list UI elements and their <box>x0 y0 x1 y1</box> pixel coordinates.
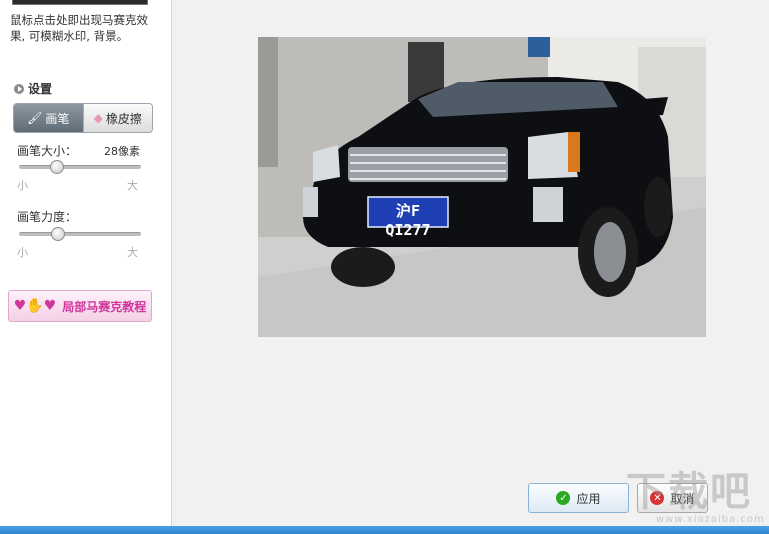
status-bar <box>0 526 769 534</box>
mosaic-panel: 鼠标点击处即出现马赛克效果, 可模糊水印, 背景。 设置 🖌 画笔 ◆ 橡皮擦 … <box>0 0 172 526</box>
settings-title: 设置 <box>28 82 53 96</box>
brush-strength-max: 大 <box>127 246 138 259</box>
apply-button[interactable]: ✓ 应用 <box>528 483 629 513</box>
check-icon: ✓ <box>556 491 571 505</box>
brush-size-slider[interactable] <box>19 160 141 174</box>
mosaic-hint-text: 鼠标点击处即出现马赛克效果, 可模糊水印, 背景。 <box>10 13 148 43</box>
brush-strength-min: 小 <box>17 246 28 259</box>
license-plate-text: 沪F QI277 <box>385 202 431 239</box>
eraser-icon: ◆ <box>93 111 103 125</box>
tutorial-label: 局部马赛克教程 <box>62 299 147 314</box>
brush-tool-label: 画笔 <box>45 111 70 126</box>
brush-icon: 🖌 <box>27 111 43 125</box>
hand-icon: ♥✋♥ <box>13 298 57 314</box>
brush-strength-label: 画笔力度： <box>17 210 78 224</box>
preview-thumbnail <box>12 0 148 5</box>
eraser-tool-button[interactable]: ◆ 橡皮擦 <box>82 104 152 132</box>
watermark-sub: www.xiazaiba.com <box>656 514 765 525</box>
brush-tool-button[interactable]: 🖌 画笔 <box>14 104 83 132</box>
settings-heading: 设置 <box>14 80 52 97</box>
brush-strength-handle[interactable] <box>50 227 65 241</box>
apply-label: 应用 <box>576 491 601 506</box>
brush-strength-slider[interactable] <box>19 227 141 241</box>
site-watermark: 下载吧 www.xiazaiba.com <box>626 470 766 526</box>
tool-selector: 🖌 画笔 ◆ 橡皮擦 <box>13 103 153 133</box>
brush-size-min: 小 <box>17 179 28 192</box>
collapse-arrow-icon[interactable] <box>14 83 24 94</box>
watermark-main: 下载吧 <box>626 469 752 515</box>
brush-size-max: 大 <box>127 179 138 192</box>
editing-canvas: 沪F QI277 ✓ 应用 ✕ 取消 <box>172 0 769 526</box>
eraser-tool-label: 橡皮擦 <box>105 111 142 126</box>
car-photo[interactable]: 沪F QI277 <box>258 37 706 337</box>
brush-size-label: 画笔大小： <box>17 144 78 158</box>
mosaic-tutorial-button[interactable]: ♥✋♥ 局部马赛克教程 <box>8 290 152 322</box>
brush-size-handle[interactable] <box>49 160 64 174</box>
car-photo-image <box>258 37 706 337</box>
brush-size-value: 28像素 <box>104 145 140 158</box>
